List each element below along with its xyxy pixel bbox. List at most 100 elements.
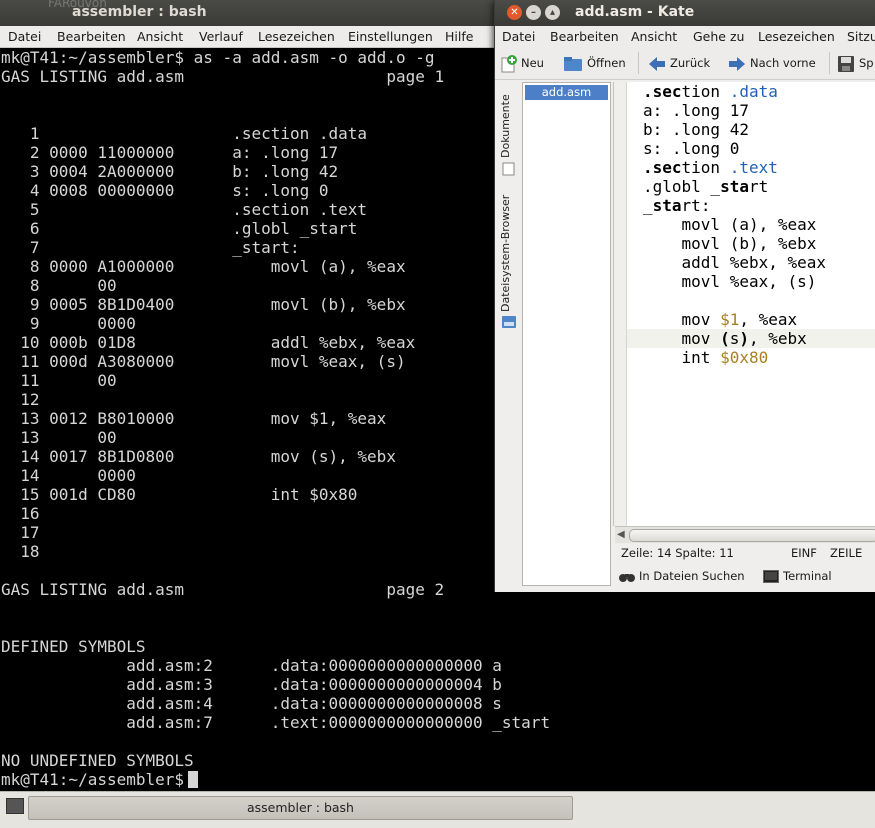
terminal-line: 6 .globl _start: [1, 219, 358, 238]
code-line: mov $1, %eax: [643, 310, 798, 329]
kate-window[interactable]: ✕ – ▴ add.asm - Kate Datei Bearbeiten An…: [494, 0, 875, 592]
terminal-line: 4 0008 00000000 s: .long 0: [1, 181, 329, 200]
taskbar: assembler : bash: [0, 791, 875, 828]
terminal-line: 10 000b 01D8 addl %ebx, %eax: [1, 333, 416, 352]
terminal-line: 1 .section .data: [1, 124, 368, 143]
terminal-line: 18: [1, 542, 40, 561]
editor-gutter: [614, 82, 627, 526]
back-button[interactable]: Zurück: [648, 53, 710, 73]
terminal-prompt-line[interactable]: mk@T41:~/assembler$: [1, 770, 199, 789]
kate-menu-datei[interactable]: Datei: [502, 26, 535, 47]
document-item-add-asm[interactable]: add.asm: [525, 85, 608, 100]
terminal-line: 11 000d A3080000 movl %eax, (s): [1, 352, 406, 371]
code-line: .globl _start: [643, 177, 769, 196]
terminal-line: 8 00: [1, 276, 117, 295]
terminal-line: 5 .section .text: [1, 200, 368, 219]
back-button-label: Zurück: [670, 56, 711, 70]
terminal-line: 13 00: [1, 428, 117, 447]
open-folder-icon: [564, 56, 582, 71]
terminal-line: 2 0000 11000000 a: .long 17: [1, 143, 339, 162]
terminal-line: 11 00: [1, 371, 117, 390]
taskbar-button-assembler[interactable]: assembler : bash: [28, 796, 573, 820]
code-line: addl %ebx, %eax: [643, 253, 827, 272]
kate-toolbar: Neu Öffnen Zurück Nach vorne Sp: [495, 47, 875, 80]
code-line: a: .long 17: [643, 101, 749, 120]
binoculars-icon: [619, 573, 635, 582]
terminal-line: GAS LISTING add.asm page 1: [1, 67, 445, 86]
arrow-left-icon: [649, 56, 665, 71]
new-document-icon: [501, 54, 517, 72]
minimize-icon[interactable]: –: [526, 5, 541, 20]
kate-menu-sitzungen[interactable]: Sitzu: [847, 26, 875, 47]
maximize-icon[interactable]: ▴: [545, 5, 560, 20]
code-editor[interactable]: .section .data a: .long 17 b: .long 42 s…: [613, 82, 875, 526]
code-line: b: .long 42: [643, 120, 749, 139]
new-button-label: Neu: [521, 56, 544, 70]
terminal-line: add.asm:7 .text:0000000000000000 _start: [1, 713, 551, 732]
code-line: movl (b), %ebx: [643, 234, 817, 253]
menu-einstellungen[interactable]: Einstellungen: [348, 26, 433, 47]
menu-datei[interactable]: Datei: [8, 26, 41, 47]
terminal-line: 13 0012 B8010000 mov $1, %eax: [1, 409, 387, 428]
kate-menu-gehe-zu[interactable]: Gehe zu: [693, 26, 744, 47]
menu-lesezeichen[interactable]: Lesezeichen: [258, 26, 335, 47]
close-icon[interactable]: ✕: [507, 5, 522, 20]
menu-hilfe[interactable]: Hilfe: [445, 26, 473, 47]
terminal-line: 9 0000: [1, 314, 136, 333]
tool-view-bar: In Dateien Suchen Terminal: [615, 566, 875, 586]
forward-button[interactable]: Nach vorne: [728, 53, 816, 73]
terminal-icon: [6, 798, 24, 814]
code-line: int $0x80: [643, 348, 769, 367]
terminal-tool-label: Terminal: [783, 569, 832, 583]
scroll-left-icon[interactable]: ◀: [617, 529, 625, 540]
find-in-files-label: In Dateien Suchen: [639, 569, 745, 583]
documents-icon: [502, 162, 515, 176]
terminal-icon: [763, 570, 779, 583]
terminal-line: NO UNDEFINED SYMBOLS: [1, 751, 194, 770]
terminal-line: 7 _start:: [1, 238, 300, 257]
side-tab-strip: Dokumente Dateisystem-Browser: [499, 84, 519, 334]
code-line: _start:: [643, 196, 711, 215]
terminal-line: DEFINED SYMBOLS: [1, 637, 146, 656]
terminal-line: 15 001d CD80 int $0x80: [1, 485, 358, 504]
terminal-line: mk@T41:~/assembler$ as -a add.asm -o add…: [1, 48, 435, 67]
arrow-right-icon: [729, 56, 745, 71]
terminal-line: add.asm:3 .data:0000000000000004 b: [1, 675, 502, 694]
tab-dateisystem-browser[interactable]: Dateisystem-Browser: [499, 182, 519, 312]
find-in-files-button[interactable]: In Dateien Suchen: [619, 566, 745, 586]
save-icon: [838, 55, 854, 72]
terminal-line: 12: [1, 390, 40, 409]
menu-bearbeiten[interactable]: Bearbeiten: [57, 26, 126, 47]
terminal-title: assembler : bash: [72, 4, 207, 20]
insert-mode[interactable]: EINF: [791, 543, 817, 563]
new-button[interactable]: Neu: [501, 53, 544, 73]
document-list: add.asm: [522, 82, 611, 586]
code-line-current: mov (s), %ebx: [627, 329, 875, 348]
scrollbar-thumb[interactable]: [629, 529, 875, 542]
kate-titlebar[interactable]: ✕ – ▴ add.asm - Kate: [495, 0, 875, 26]
terminal-tool-button[interactable]: Terminal: [763, 566, 832, 586]
terminal-line: add.asm:2 .data:0000000000000000 a: [1, 656, 502, 675]
selection-mode[interactable]: ZEILE: [830, 543, 862, 563]
terminal-line: 3 0004 2A000000 b: .long 42: [1, 162, 339, 181]
kate-menu-ansicht[interactable]: Ansicht: [631, 26, 677, 47]
horizontal-scrollbar[interactable]: ◀: [615, 526, 875, 543]
kate-menu-bearbeiten[interactable]: Bearbeiten: [550, 26, 619, 47]
toolbar-separator: [829, 52, 830, 74]
open-button[interactable]: Öffnen: [563, 53, 626, 73]
cursor-position: Zeile: 14 Spalte: 11: [621, 546, 734, 560]
code-line: .section .text: [643, 158, 778, 177]
terminal-line: 17: [1, 523, 40, 542]
code-line: movl %eax, (s): [643, 272, 817, 291]
terminal-line: 14 0017 8B1D0800 mov (s), %ebx: [1, 447, 396, 466]
menu-verlauf[interactable]: Verlauf: [199, 26, 243, 47]
terminal-line: GAS LISTING add.asm page 2: [1, 580, 445, 599]
code-line: s: .long 0: [643, 139, 740, 158]
save-button[interactable]: Sp: [837, 53, 874, 73]
kate-menu-lesezeichen[interactable]: Lesezeichen: [758, 26, 835, 47]
tab-dokumente[interactable]: Dokumente: [499, 86, 519, 158]
forward-button-label: Nach vorne: [750, 56, 816, 70]
terminal-line: 14 0000: [1, 466, 136, 485]
terminal-line: 8 0000 A1000000 movl (a), %eax: [1, 257, 406, 276]
menu-ansicht[interactable]: Ansicht: [137, 26, 183, 47]
